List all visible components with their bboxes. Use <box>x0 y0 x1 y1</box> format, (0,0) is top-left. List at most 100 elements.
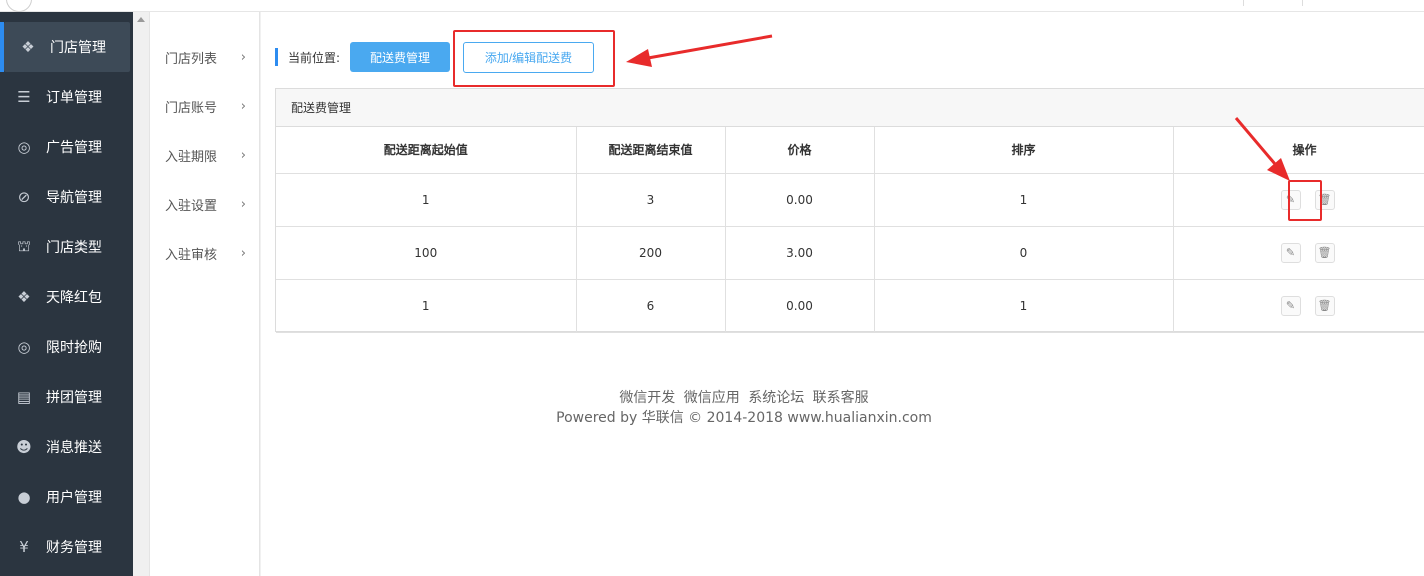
edit-icon[interactable]: ✎ <box>1280 242 1301 263</box>
sidebar-item-store-management[interactable]: ❖ 门店管理 <box>0 22 130 72</box>
breadcrumb-label: 当前位置: <box>288 50 341 65</box>
trash-icon[interactable]: 🗑 <box>1314 242 1335 263</box>
sidebar-item-label: 用户管理 <box>46 490 102 506</box>
cell-price: 0.00 <box>725 173 875 227</box>
subnav-item-store-account[interactable]: 门店账号 › <box>150 91 260 121</box>
edit-icon[interactable]: ✎ <box>1280 295 1301 316</box>
footer-link-wechat-dev[interactable]: 微信开发 <box>619 390 675 406</box>
top-bar-divider <box>1243 0 1244 6</box>
sidebar-item-label: 天降红包 <box>46 290 102 306</box>
footer-link-support[interactable]: 联系客服 <box>813 390 869 406</box>
highlight-box-edit <box>1288 180 1322 221</box>
sidebar-item-label: 限时抢购 <box>46 340 102 356</box>
main-content: 当前位置: 配送费管理 添加/编辑配送费 配送费管理 配送距离起始值 配送距离结… <box>261 12 1424 576</box>
subnav-item-entry-settings[interactable]: 入驻设置 › <box>150 189 260 219</box>
footer: 微信开发 微信应用 系统论坛 联系客服 Powered by 华联信 © 201… <box>261 388 1227 428</box>
cell-start: 1 <box>276 173 577 227</box>
cell-sort: 0 <box>874 226 1174 280</box>
sidebar-item-label: 门店管理 <box>50 40 106 56</box>
cell-actions: ✎ 🗑 <box>1173 226 1424 280</box>
cell-sort: 1 <box>874 279 1174 333</box>
footer-links: 微信开发 微信应用 系统论坛 联系客服 <box>261 388 1227 408</box>
subnav-item-store-list[interactable]: 门店列表 › <box>150 42 260 72</box>
cell-start: 1 <box>276 279 577 333</box>
chevron-right-icon: › <box>240 49 246 65</box>
sidebar-item-nav-management[interactable]: ⊘ 导航管理 <box>0 172 133 222</box>
compass-icon: ⊘ <box>17 188 31 206</box>
cell-end: 200 <box>576 226 726 280</box>
sidebar-item-label: 消息推送 <box>46 440 102 456</box>
table-header-row: 配送距离起始值 配送距离结束值 价格 排序 操作 <box>276 127 1424 174</box>
sidebar-item-red-packet[interactable]: ❖ 天降红包 <box>0 272 133 322</box>
delivery-fee-management-button[interactable]: 配送费管理 <box>350 42 451 72</box>
breadcrumb-accent <box>275 48 278 66</box>
subnav-item-label: 入驻期限 <box>165 149 218 165</box>
chevron-right-icon: › <box>240 196 246 212</box>
subnav-item-entry-period[interactable]: 入驻期限 › <box>150 140 260 170</box>
sidebar-item-label: 订单管理 <box>46 90 102 106</box>
sidebar-item-flash-sale[interactable]: ◎ 限时抢购 <box>0 322 133 372</box>
lifebuoy-icon: ◎ <box>17 338 31 356</box>
sidebar-item-message-push[interactable]: ☻ 消息推送 <box>0 422 133 472</box>
newspaper-icon: ▤ <box>16 388 32 406</box>
cubes-icon: ❖ <box>21 38 35 56</box>
add-edit-delivery-fee-button[interactable]: 添加/编辑配送费 <box>463 42 594 73</box>
delivery-fee-table: 配送距离起始值 配送距离结束值 价格 排序 操作 1 3 0.00 1 ✎ 🗑 … <box>276 127 1424 333</box>
sidebar-item-finance-management[interactable]: ¥ 财务管理 <box>0 522 133 572</box>
footer-link-wechat-apps[interactable]: 微信应用 <box>684 390 740 406</box>
column-header: 操作 <box>1173 127 1424 174</box>
cell-actions: ✎ 🗑 <box>1173 279 1424 333</box>
cell-price: 0.00 <box>725 279 875 333</box>
chevron-right-icon: › <box>240 245 246 261</box>
footer-link-forum[interactable]: 系统论坛 <box>748 390 804 406</box>
cell-end: 3 <box>576 173 726 227</box>
sidebar-item-order-management[interactable]: ☰ 订单管理 <box>0 72 133 122</box>
sidebar-item-label: 拼团管理 <box>46 390 102 406</box>
sidebar-item-ad-management[interactable]: ◎ 广告管理 <box>0 122 133 172</box>
scroll-up-icon[interactable] <box>137 17 145 22</box>
trash-icon[interactable]: 🗑 <box>1314 295 1335 316</box>
logo <box>6 0 32 12</box>
yen-icon: ¥ <box>19 538 29 556</box>
users-icon: ☻ <box>16 438 32 456</box>
top-bar <box>0 0 1424 12</box>
column-header: 排序 <box>874 127 1174 174</box>
sidebar-item-label: 导航管理 <box>46 190 102 206</box>
sidebar-item-label: 门店类型 <box>46 240 102 256</box>
table-row: 100 200 3.00 0 ✎ 🗑 <box>276 226 1424 280</box>
sidebar-item-store-type[interactable]: ⛫ 门店类型 <box>0 222 133 272</box>
sub-navigation: 门店列表 › 门店账号 › 入驻期限 › 入驻设置 › 入驻审核 › <box>150 12 260 576</box>
chevron-right-icon: › <box>240 98 246 114</box>
cubes-icon: ❖ <box>17 288 31 306</box>
bank-icon: ⛫ <box>17 237 31 255</box>
sidebar-item-group-buy[interactable]: ▤ 拼团管理 <box>0 372 133 422</box>
subnav-item-label: 入驻审核 <box>165 247 218 263</box>
subnav-item-label: 入驻设置 <box>165 198 218 214</box>
lifebuoy-icon: ◎ <box>17 138 31 156</box>
user-icon: ● <box>17 488 31 506</box>
column-header: 配送距离结束值 <box>576 127 726 174</box>
cell-start: 100 <box>276 226 577 280</box>
footer-powered: Powered by 华联信 © 2014-2018 www.hualianxi… <box>556 410 932 426</box>
column-header: 价格 <box>725 127 875 174</box>
list-icon: ☰ <box>17 88 31 106</box>
subnav-item-label: 门店列表 <box>165 51 218 67</box>
top-bar-divider <box>1302 0 1303 6</box>
chevron-right-icon: › <box>240 147 246 163</box>
table-row: 1 6 0.00 1 ✎ 🗑 <box>276 279 1424 333</box>
cell-price: 3.00 <box>725 226 875 280</box>
sidebar-item-label: 广告管理 <box>46 140 102 156</box>
sidebar-item-user-management[interactable]: ● 用户管理 <box>0 472 133 522</box>
sidebar: ❖ 门店管理 ☰ 订单管理 ◎ 广告管理 ⊘ 导航管理 ⛫ 门店类型 ❖ 天降红… <box>0 12 133 576</box>
subnav-item-entry-review[interactable]: 入驻审核 › <box>150 238 260 268</box>
breadcrumb: 当前位置: 配送费管理 <box>275 42 451 72</box>
scrollbar[interactable] <box>133 12 150 576</box>
table-row: 1 3 0.00 1 ✎ 🗑 <box>276 173 1424 227</box>
sidebar-item-label: 财务管理 <box>46 540 102 556</box>
cell-end: 6 <box>576 279 726 333</box>
delivery-fee-panel: 配送费管理 配送距离起始值 配送距离结束值 价格 排序 操作 1 3 0.00 <box>275 88 1424 333</box>
column-header: 配送距离起始值 <box>276 127 577 174</box>
cell-sort: 1 <box>874 173 1174 227</box>
subnav-item-label: 门店账号 <box>165 100 218 116</box>
panel-title: 配送费管理 <box>276 89 1424 127</box>
